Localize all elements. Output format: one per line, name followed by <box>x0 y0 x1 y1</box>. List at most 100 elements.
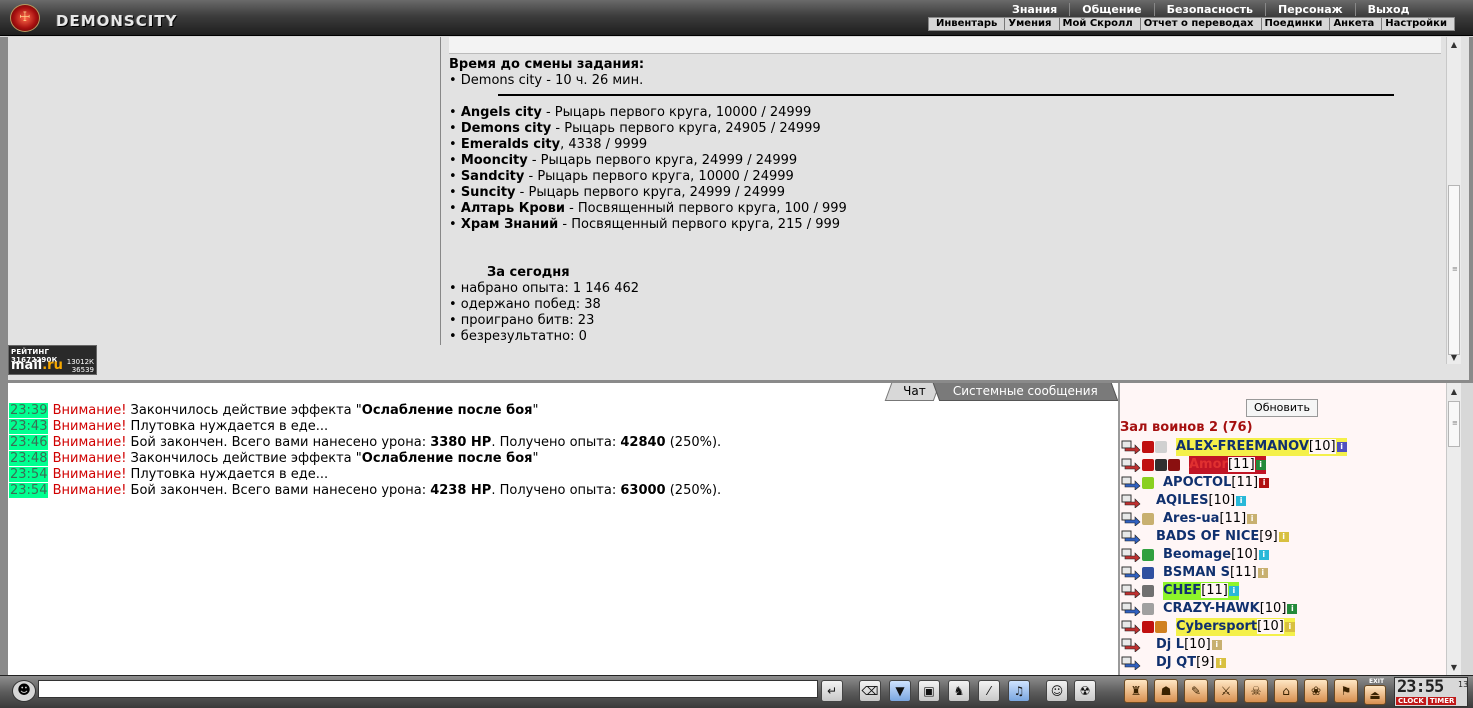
user-nick[interactable]: BSMAN S[11] i <box>1163 564 1268 582</box>
tab-chat[interactable]: Чат <box>884 383 940 401</box>
user-arrow-icon[interactable] <box>1121 476 1141 491</box>
user-nick[interactable]: Dj L[10] i <box>1156 636 1222 654</box>
user-arrow-icon[interactable] <box>1121 512 1141 527</box>
user-name[interactable]: CHEF <box>1163 583 1201 598</box>
user-info-icon[interactable]: i <box>1236 496 1247 506</box>
exit-door-icon[interactable]: ⏏ <box>1364 685 1386 705</box>
user-arrow-icon[interactable] <box>1121 620 1141 635</box>
user-name[interactable]: BADS OF NICE <box>1156 529 1259 544</box>
chat-head-icon[interactable]: ☻ <box>12 680 36 702</box>
user-arrow-icon[interactable] <box>1121 566 1141 581</box>
user-arrow-icon[interactable] <box>1121 530 1141 545</box>
eraser-icon[interactable]: ⌫ <box>859 680 881 702</box>
private-message-icon[interactable]: ⁄ <box>978 680 1000 702</box>
user-info-icon[interactable]: i <box>1255 460 1266 470</box>
clan-badge-icon[interactable] <box>1155 441 1167 453</box>
user-nick[interactable]: DJ QT[9] i <box>1156 654 1226 672</box>
user-arrow-icon[interactable] <box>1121 494 1141 509</box>
user-name[interactable]: Amor <box>1189 457 1228 472</box>
fight-icon[interactable]: ⚔ <box>1214 679 1238 703</box>
music-icon[interactable]: ♫ <box>1008 680 1030 702</box>
clan-badge-icon[interactable] <box>1142 603 1154 615</box>
user-info-icon[interactable]: i <box>1336 442 1347 452</box>
user-nick[interactable]: CHEF[11] i <box>1163 582 1239 600</box>
user-arrow-icon[interactable] <box>1121 656 1141 671</box>
user-name[interactable]: BSMAN S <box>1163 565 1230 580</box>
user-info-icon[interactable]: i <box>1215 658 1226 668</box>
user-info-icon[interactable]: i <box>1284 622 1295 632</box>
scroll-thumb[interactable]: ≡ <box>1448 401 1460 447</box>
scroll-thumb[interactable]: ≡ <box>1448 185 1460 355</box>
scroll-up-icon[interactable]: ▲ <box>1449 387 1459 397</box>
user-info-icon[interactable]: i <box>1247 514 1258 524</box>
smiley-icon[interactable]: ☺ <box>1046 680 1068 702</box>
user-name[interactable]: Dj L <box>1156 637 1184 652</box>
rating-counter-badge[interactable]: РЕЙТИНГ 31672290К mail.ru 13012К 36539 <box>8 345 97 375</box>
logo-text[interactable]: DEMONSCITY <box>56 12 177 30</box>
submenu-skills[interactable]: Умения <box>1004 18 1054 30</box>
send-enter-icon[interactable]: ↵ <box>821 680 843 702</box>
scroll-up-icon[interactable]: ▲ <box>1449 40 1459 50</box>
user-name[interactable]: CRAZY-HAWK <box>1163 601 1260 616</box>
menu-security[interactable]: Безопасность <box>1153 3 1265 16</box>
user-arrow-icon[interactable] <box>1121 440 1141 455</box>
walking-man-icon[interactable]: ♞ <box>948 680 970 702</box>
user-info-icon[interactable]: i <box>1287 604 1298 614</box>
clock-tab[interactable]: CLOCK <box>1396 697 1426 705</box>
bottle-icon[interactable]: ♜ <box>1124 679 1148 703</box>
user-arrow-icon[interactable] <box>1121 584 1141 599</box>
user-info-icon[interactable]: i <box>1259 478 1270 488</box>
user-name[interactable]: ALEX-FREEMANOV <box>1176 439 1309 454</box>
clan-badge-icon[interactable] <box>1142 513 1154 525</box>
exit-label[interactable]: EXIT <box>1369 678 1384 685</box>
tab-system-messages[interactable]: Системные сообщения <box>932 383 1118 401</box>
submenu-my-scroll[interactable]: Мой Скролл <box>1058 18 1136 30</box>
clan-badge-icon[interactable] <box>1142 459 1154 471</box>
menu-character[interactable]: Персонаж <box>1265 3 1355 16</box>
upper-scrollbar[interactable]: ▲ ≡ ▼ <box>1446 37 1461 364</box>
gas-mask-icon[interactable]: ☢ <box>1074 680 1096 702</box>
user-nick[interactable]: Ares-ua[11] i <box>1163 510 1258 528</box>
user-name[interactable]: DJ QT <box>1156 655 1196 670</box>
user-name[interactable]: Ares-ua <box>1163 511 1219 526</box>
user-nick[interactable]: Cybersport[10] i <box>1176 618 1295 636</box>
menu-knowledge[interactable]: Знания <box>1000 3 1069 16</box>
user-nick[interactable]: AQILES[10] i <box>1156 492 1247 510</box>
user-arrow-icon[interactable] <box>1121 548 1141 563</box>
user-nick[interactable]: APOCTOL[11] i <box>1163 474 1270 492</box>
mask-icon[interactable]: ☗ <box>1154 679 1178 703</box>
scroll-icon[interactable]: ✎ <box>1184 679 1208 703</box>
clan-badge-icon[interactable] <box>1168 459 1180 471</box>
user-arrow-icon[interactable] <box>1121 638 1141 653</box>
chat-input[interactable] <box>38 680 818 698</box>
clan-badge-icon[interactable] <box>1142 585 1154 597</box>
clan-badge-icon[interactable] <box>1142 549 1154 561</box>
user-name[interactable]: Beomage <box>1163 547 1231 562</box>
user-nick[interactable]: BADS OF NICE[9] i <box>1156 528 1289 546</box>
clan-badge-icon[interactable] <box>1142 567 1154 579</box>
user-name[interactable]: Cybersport <box>1176 619 1257 634</box>
clan-badge-icon[interactable] <box>1155 621 1167 633</box>
submenu-profile[interactable]: Анкета <box>1329 18 1377 30</box>
clan-badge-icon[interactable] <box>1155 459 1167 471</box>
building-icon[interactable]: ⌂ <box>1274 679 1298 703</box>
paw-icon[interactable]: ❀ <box>1304 679 1328 703</box>
monster-icon[interactable]: ☠ <box>1244 679 1268 703</box>
refresh-button[interactable]: Обновить <box>1246 399 1318 417</box>
users-scrollbar[interactable]: ▲ ≡ ▼ <box>1446 383 1461 675</box>
submenu-transfer-report[interactable]: Отчет о переводах <box>1139 18 1257 30</box>
menu-communication[interactable]: Общение <box>1069 3 1153 16</box>
save-disk-icon[interactable]: ▣ <box>918 680 940 702</box>
clan-badge-icon[interactable] <box>1142 621 1154 633</box>
user-info-icon[interactable]: i <box>1211 640 1222 650</box>
user-name[interactable]: AQILES <box>1156 493 1208 508</box>
user-info-icon[interactable]: i <box>1257 568 1268 578</box>
logo-emblem-icon[interactable]: ☩ <box>10 4 40 32</box>
user-arrow-icon[interactable] <box>1121 458 1141 473</box>
clan-badge-icon[interactable] <box>1142 477 1154 489</box>
user-info-icon[interactable]: i <box>1228 586 1239 596</box>
user-nick[interactable]: ALEX-FREEMANOV[10] i <box>1176 438 1347 456</box>
submenu-inventory[interactable]: Инвентарь <box>933 18 1000 30</box>
user-info-icon[interactable]: i <box>1258 550 1269 560</box>
clock-widget[interactable]: 23:55 13 CLOCK TIMER <box>1394 677 1468 707</box>
